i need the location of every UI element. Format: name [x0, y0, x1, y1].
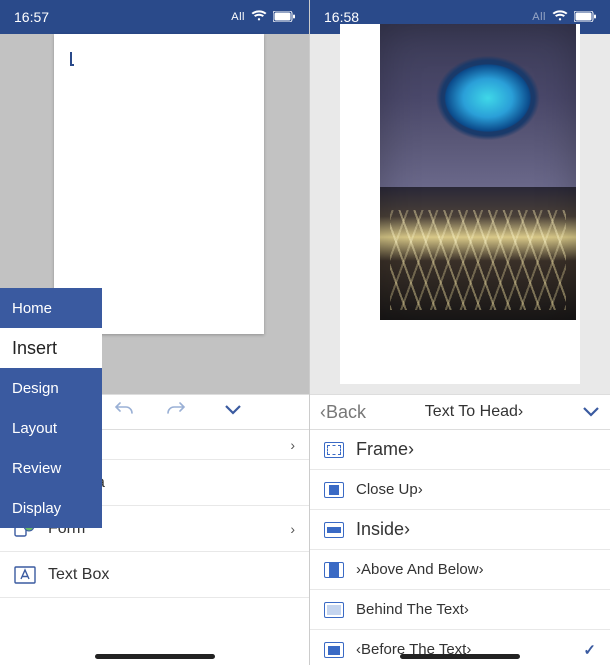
ribbon-tab-layout[interactable]: Layout: [0, 408, 102, 448]
wifi-icon: [251, 9, 267, 25]
screen-insert-menu: 16:57 All Home Insert Design Layout Revi…: [0, 0, 310, 665]
menu-item-text-box[interactable]: Text Box: [0, 552, 309, 598]
status-network-label: All: [532, 11, 546, 23]
text-box-icon: [14, 566, 36, 584]
option-label: Behind The Text›: [356, 601, 469, 618]
screen-text-wrap: 16:58 All ‹Back Text To Head› Frame›: [310, 0, 610, 665]
status-right: All: [532, 9, 596, 25]
wrap-option-frame[interactable]: Frame›: [310, 430, 610, 470]
check-icon: ✓: [583, 641, 596, 659]
ribbon-tab-review[interactable]: Review: [0, 448, 102, 488]
document-canvas[interactable]: [310, 34, 610, 394]
status-time: 16:58: [324, 9, 359, 25]
wrap-option-before-text[interactable]: ‹Before The Text› ✓: [310, 630, 610, 665]
battery-icon: [273, 9, 295, 25]
ribbon-tab-design[interactable]: Design: [0, 368, 102, 408]
wrap-option-inside[interactable]: Inside›: [310, 510, 610, 550]
home-indicator[interactable]: [400, 654, 520, 659]
text-cursor: [70, 52, 74, 66]
home-indicator[interactable]: [95, 654, 215, 659]
option-label: Inside›: [356, 519, 410, 540]
menu-label: Text Box: [48, 566, 109, 584]
ribbon-tab-display[interactable]: Display: [0, 488, 102, 528]
wrap-behind-icon: [324, 602, 344, 618]
chevron-right-icon: ›: [290, 437, 295, 453]
wrap-top-bottom-icon: [324, 562, 344, 578]
wrap-option-close-up[interactable]: Close Up›: [310, 470, 610, 510]
battery-icon: [574, 9, 596, 25]
option-label: Close Up›: [356, 481, 423, 498]
wifi-icon: [552, 9, 568, 25]
panel-title: Text To Head›: [366, 403, 582, 421]
status-bar: 16:57 All: [0, 0, 309, 34]
wrap-front-icon: [324, 642, 344, 658]
wrap-option-above-below[interactable]: ›Above And Below›: [310, 550, 610, 590]
ribbon-tab-insert[interactable]: Insert: [0, 328, 102, 368]
collapse-ribbon-icon[interactable]: [224, 403, 242, 421]
wrap-options-list: Frame› Close Up› Inside› ›Above And Belo…: [310, 430, 610, 665]
wrap-option-behind-text[interactable]: Behind The Text›: [310, 590, 610, 630]
undo-icon[interactable]: [114, 401, 136, 424]
status-network-label: All: [231, 11, 245, 23]
ribbon-tab-dropdown: Home Insert Design Layout Review Display: [0, 288, 102, 528]
option-label: Frame›: [356, 439, 414, 460]
wrap-through-icon: [324, 522, 344, 538]
document-page[interactable]: [340, 24, 580, 384]
inserted-image[interactable]: [380, 24, 576, 320]
collapse-panel-icon[interactable]: [582, 402, 600, 423]
redo-icon[interactable]: [164, 401, 186, 424]
status-time: 16:57: [14, 9, 49, 25]
wrap-frame-icon: [324, 442, 344, 458]
option-label: ›Above And Below›: [356, 561, 484, 578]
ribbon-tab-home[interactable]: Home: [0, 288, 102, 328]
wrap-text-header: ‹Back Text To Head›: [310, 394, 610, 430]
status-right: All: [231, 9, 295, 25]
chevron-right-icon: ›: [290, 521, 295, 537]
wrap-tight-icon: [324, 482, 344, 498]
back-button[interactable]: ‹Back: [320, 402, 366, 423]
